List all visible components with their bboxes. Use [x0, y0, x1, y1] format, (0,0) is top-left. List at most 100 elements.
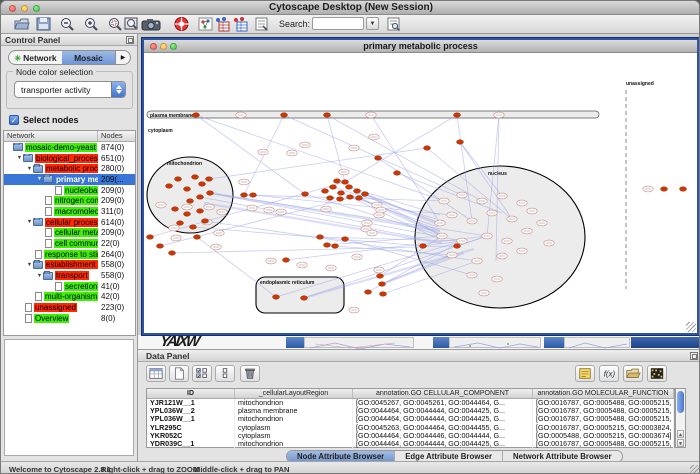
network-node[interactable]	[192, 175, 199, 180]
network-node[interactable]	[356, 196, 363, 201]
network-node[interactable]	[454, 244, 461, 249]
network-node[interactable]	[347, 195, 354, 200]
network-node[interactable]	[317, 235, 324, 240]
tree-row[interactable]: mosaic-demo-yeast874(0)	[4, 142, 135, 153]
network-node[interactable]	[197, 209, 204, 214]
tree-row-label[interactable]: nitrogen compo	[54, 196, 98, 205]
tree-row-label[interactable]: primary metabo	[55, 175, 98, 184]
network-node[interactable]	[380, 292, 387, 297]
network-window-titlebar[interactable]: primary metabolic process	[144, 40, 697, 53]
network-canvas[interactable]: plasma membranecytoplasmmitochondrionnuc…	[144, 53, 697, 333]
network-node[interactable]	[680, 187, 687, 192]
select-attributes-icon[interactable]	[146, 365, 166, 382]
network-node[interactable]	[169, 251, 176, 256]
network-node[interactable]	[342, 180, 349, 185]
tree-row-label[interactable]: cellular metabo	[54, 228, 98, 237]
network-node[interactable]	[457, 140, 464, 145]
tree-row[interactable]: response to stimul264(0)	[4, 249, 135, 260]
network-node[interactable]	[202, 219, 209, 224]
network-node[interactable]	[199, 182, 206, 187]
network-node[interactable]	[193, 113, 200, 118]
zoom-out-icon[interactable]	[59, 16, 76, 32]
network-node[interactable]	[324, 243, 331, 248]
search-options-button[interactable]: ▼	[366, 17, 379, 30]
tree-row[interactable]: ▼cellular process614(0)	[4, 217, 135, 228]
tree-row[interactable]: unassigned223(0)	[4, 302, 135, 313]
tree-row[interactable]: macromolecule311(0)	[4, 206, 135, 217]
annotation-page-icon[interactable]	[253, 16, 270, 32]
matrix-heatmap-icon[interactable]	[647, 365, 667, 382]
network-node[interactable]	[375, 156, 382, 161]
import-node-table-icon[interactable]	[213, 16, 231, 32]
window-resize-grip[interactable]	[690, 465, 700, 474]
network-node[interactable]	[177, 221, 184, 226]
column-header[interactable]: _cellularLayoutRegion	[235, 389, 353, 398]
table-row[interactable]: YDR039C__1mitochondrion[GO:0044464, GO:0…	[147, 440, 674, 448]
network-node[interactable]	[281, 113, 288, 118]
tree-row-label[interactable]: mosaic-demo-yeast	[25, 143, 97, 152]
tree-row[interactable]: nitrogen compo209(0)	[4, 195, 135, 206]
network-node[interactable]	[302, 192, 309, 197]
search-input[interactable]	[312, 17, 364, 30]
network-node[interactable]	[354, 189, 361, 194]
table-row[interactable]: YPL036W__1mitochondrion[GO:0044464, GO:0…	[147, 415, 674, 423]
delete-attribute-trash-icon[interactable]	[240, 365, 260, 382]
network-node[interactable]	[194, 235, 201, 240]
network-node[interactable]	[332, 244, 339, 249]
tab-mosaic[interactable]: Mosaic	[62, 51, 115, 64]
network-node[interactable]	[365, 290, 372, 295]
unselect-all-attributes-icon[interactable]	[215, 365, 235, 382]
network-node[interactable]	[283, 258, 290, 263]
tree-row-label[interactable]: cellular process	[45, 218, 98, 227]
column-header[interactable]: annotation.GO CELLULAR_COMPONENT	[353, 389, 533, 398]
node-color-dropdown[interactable]: transporter activity	[14, 81, 126, 98]
birdseye-view-panel[interactable]	[4, 339, 134, 456]
snapshot-camera-icon[interactable]	[141, 16, 161, 32]
tree-row[interactable]: Overview8(0)	[4, 313, 135, 324]
zoom-fit-icon[interactable]	[123, 16, 140, 32]
tree-column-network[interactable]: Network	[4, 131, 98, 141]
table-scrollbar[interactable]: ▲ ▼	[675, 388, 686, 448]
open-folder-icon[interactable]	[623, 365, 643, 382]
zoom-in-icon[interactable]	[83, 16, 100, 32]
network-node[interactable]	[250, 193, 257, 198]
tree-row-label[interactable]: secretion	[64, 282, 98, 291]
column-header[interactable]: annotation.GO MOLECULAR_FUNCTION	[533, 389, 674, 398]
column-header[interactable]: ID	[147, 389, 235, 398]
tree-column-nodes[interactable]: Nodes	[98, 131, 135, 141]
network-node[interactable]	[334, 179, 341, 184]
table-row[interactable]: YPL036W__2plasma membrane[GO:0044464, GO…	[147, 407, 674, 415]
network-node[interactable]	[157, 244, 164, 249]
tab-network[interactable]: ✳Network	[9, 51, 62, 64]
network-node[interactable]	[346, 185, 353, 190]
network-node[interactable]	[184, 212, 191, 217]
network-node[interactable]	[661, 187, 668, 192]
table-row[interactable]: YKR052Ccytoplasm[GO:0044464, GO:0044446,…	[147, 432, 674, 440]
tree-row[interactable]: ▼transport558(0)	[4, 270, 135, 281]
label-icon[interactable]	[575, 365, 595, 382]
scroll-up-button[interactable]: ▲	[677, 430, 684, 438]
network-node[interactable]	[338, 191, 345, 196]
network-node[interactable]	[190, 225, 197, 230]
zoom-selected-region-icon[interactable]	[107, 16, 124, 32]
new-attribute-icon[interactable]	[169, 365, 189, 382]
window-resize-grip[interactable]	[686, 322, 696, 332]
network-node[interactable]	[324, 113, 331, 118]
tree-expander-icon[interactable]: ▼	[26, 219, 33, 225]
import-edge-table-icon[interactable]	[231, 16, 249, 32]
tree-row[interactable]: cell communicat22(0)	[4, 238, 135, 249]
formula-fx-icon[interactable]: f(x)	[599, 365, 619, 382]
tree-row-label[interactable]: establishment of lo	[45, 260, 98, 269]
tree-row-label[interactable]: Overview	[34, 314, 69, 323]
tree-row[interactable]: multi-organism pro42(0)	[4, 292, 135, 303]
tree-row[interactable]: ▼establishment of lo558(0)	[4, 260, 135, 271]
network-node[interactable]	[337, 197, 344, 202]
network-node[interactable]	[206, 177, 213, 182]
tree-row-label[interactable]: biological_process	[35, 154, 98, 163]
network-node[interactable]	[175, 177, 182, 182]
tree-row-label[interactable]: unassigned	[34, 303, 77, 312]
network-node[interactable]	[273, 295, 280, 300]
tree-row-label[interactable]: macromolecule	[54, 207, 98, 216]
tree-row-label[interactable]: cell communicat	[54, 239, 98, 248]
network-node[interactable]	[454, 113, 461, 118]
